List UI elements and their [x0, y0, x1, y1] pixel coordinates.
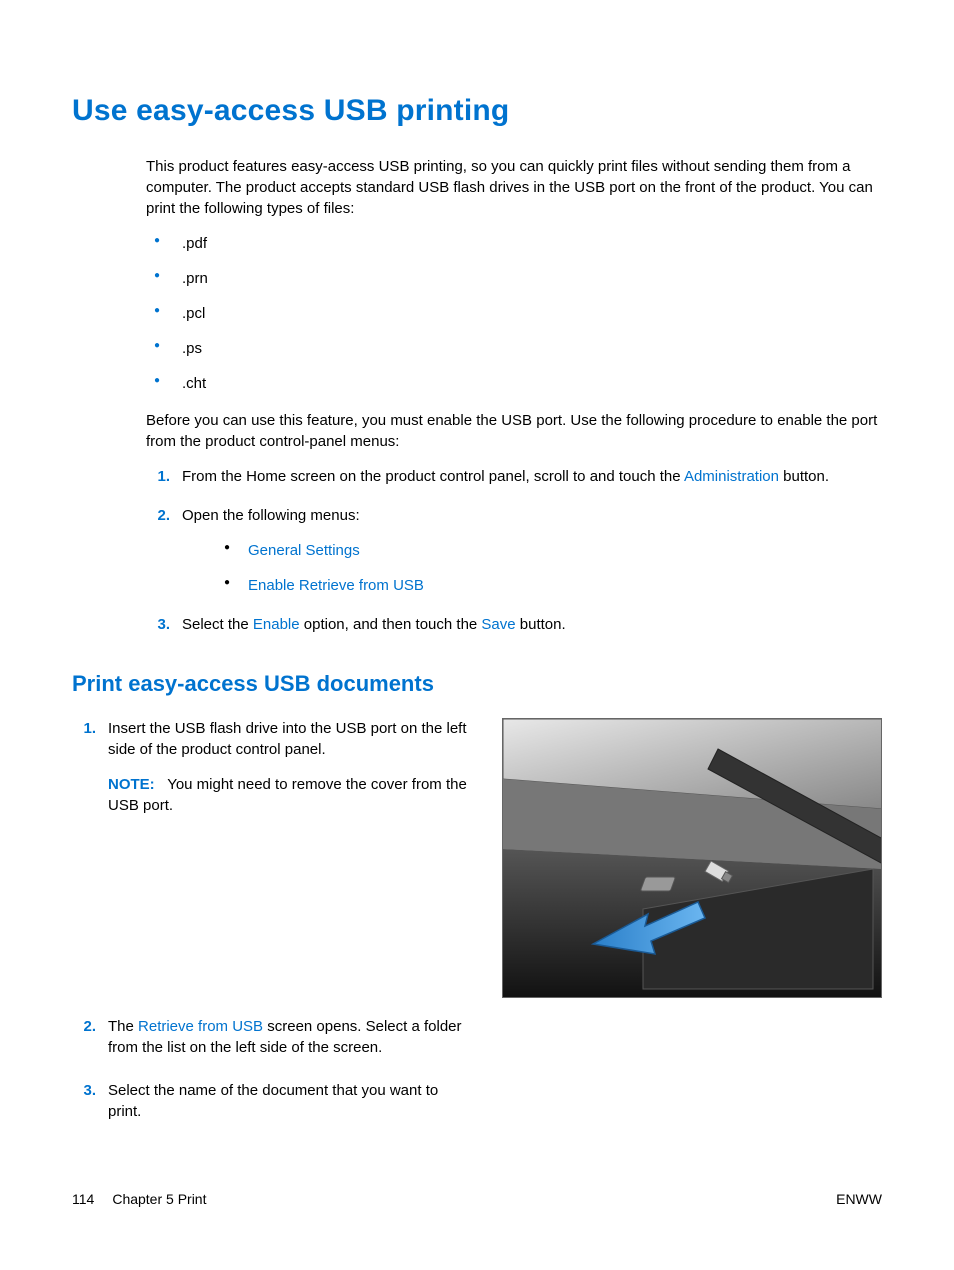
- list-item: .ps: [146, 338, 882, 359]
- list-item: Enable Retrieve from USB: [218, 575, 882, 596]
- list-item: Select the name of the document that you…: [72, 1080, 474, 1122]
- file-types-list: .pdf .prn .pcl .ps .cht: [146, 233, 882, 394]
- page-number: 114: [72, 1190, 94, 1210]
- list-item: Select the Enable option, and then touch…: [146, 614, 882, 635]
- list-item: .prn: [146, 268, 882, 289]
- list-item: Open the following menus: General Settin…: [146, 505, 882, 596]
- ui-term-save: Save: [481, 616, 515, 633]
- page-footer: 114 Chapter 5 Print ENWW: [72, 1190, 882, 1210]
- print-steps: Insert the USB flash drive into the USB …: [72, 718, 474, 816]
- ui-term-enable: Enable: [253, 616, 300, 633]
- list-item: .pdf: [146, 233, 882, 254]
- note: NOTE: You might need to remove the cover…: [108, 774, 474, 816]
- page-title: Use easy-access USB printing: [72, 90, 882, 132]
- intro-paragraph: This product features easy-access USB pr…: [146, 156, 882, 219]
- enable-steps: From the Home screen on the product cont…: [146, 466, 882, 635]
- usb-port-illustration: [502, 718, 882, 998]
- ui-term-administration: Administration: [684, 468, 779, 485]
- chapter-label: Chapter 5 Print: [112, 1190, 206, 1210]
- list-item: .cht: [146, 373, 882, 394]
- note-label: NOTE:: [108, 776, 155, 793]
- print-steps-cont: The Retrieve from USB screen opens. Sele…: [72, 1016, 474, 1122]
- ui-term-retrieve-usb: Retrieve from USB: [138, 1018, 263, 1035]
- ui-term-general-settings: General Settings: [248, 542, 360, 559]
- list-item: General Settings: [218, 540, 882, 561]
- ui-term-enable-retrieve: Enable Retrieve from USB: [248, 577, 424, 594]
- enable-intro: Before you can use this feature, you mus…: [146, 410, 882, 452]
- section-subhead: Print easy-access USB documents: [72, 669, 882, 700]
- list-item: .pcl: [146, 303, 882, 324]
- list-item: From the Home screen on the product cont…: [146, 466, 882, 487]
- list-item: The Retrieve from USB screen opens. Sele…: [72, 1016, 474, 1058]
- list-item: Insert the USB flash drive into the USB …: [72, 718, 474, 816]
- lang-code: ENWW: [836, 1190, 882, 1210]
- menu-list: General Settings Enable Retrieve from US…: [218, 540, 882, 596]
